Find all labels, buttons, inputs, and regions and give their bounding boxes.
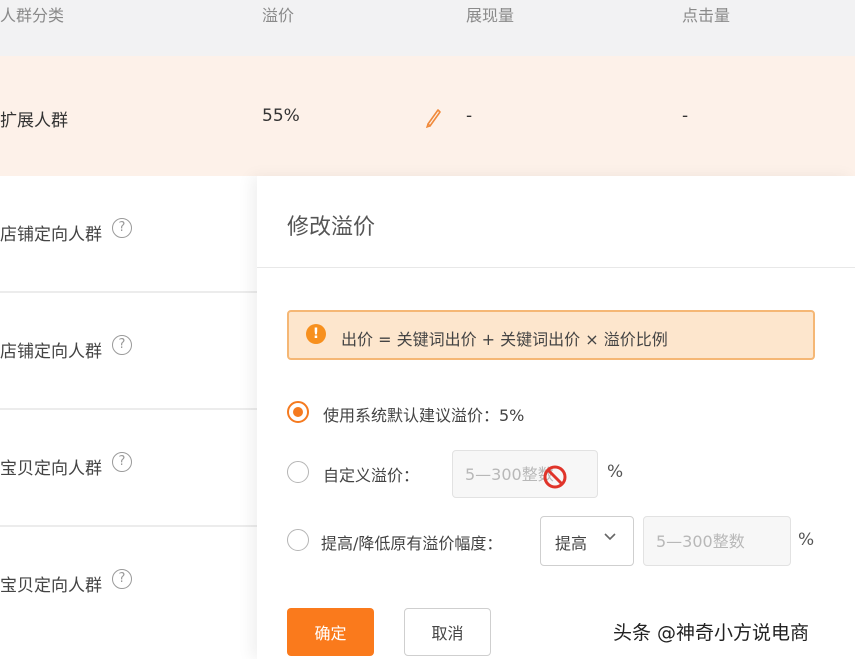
header-premium: 溢价	[262, 6, 295, 25]
modal-divider	[257, 267, 855, 268]
radio-custom-premium[interactable]	[287, 461, 309, 483]
warning-icon: !	[306, 324, 326, 344]
row-clicks-value: -	[682, 106, 689, 126]
edit-pencil-icon[interactable]	[424, 106, 442, 128]
custom-unit: %	[607, 462, 624, 482]
table-row: 宝贝定向人群 ?	[0, 410, 257, 527]
chevron-down-icon	[604, 533, 616, 541]
row-crowd-name: 宝贝定向人群	[0, 459, 102, 479]
table-header: 人群分类 溢价 展现量 点击量	[0, 0, 855, 56]
cancel-button[interactable]: 取消	[404, 608, 491, 656]
help-icon[interactable]: ?	[112, 335, 132, 355]
modal-title: 修改溢价	[287, 215, 376, 240]
header-clicks: 点击量	[682, 6, 731, 25]
help-icon[interactable]: ?	[112, 218, 132, 238]
row-crowd-name: 店铺定向人群	[0, 225, 102, 245]
row-impressions-value: -	[466, 106, 473, 126]
row-premium-value: 55%	[262, 106, 300, 126]
radio-default-premium[interactable]	[287, 401, 309, 423]
radio-adjust-premium[interactable]	[287, 529, 309, 551]
adjust-direction-select[interactable]: 提高	[540, 516, 634, 566]
watermark: 头条 @神奇小方说电商	[613, 622, 810, 644]
row-crowd-name: 宝贝定向人群	[0, 576, 102, 596]
option-custom-label: 自定义溢价：	[323, 466, 420, 485]
adjust-premium-input[interactable]	[643, 516, 791, 566]
select-value: 提高	[555, 534, 588, 553]
row-crowd-name: 店铺定向人群	[0, 342, 102, 362]
help-icon[interactable]: ?	[112, 569, 132, 589]
table-row: 店铺定向人群 ?	[0, 293, 257, 410]
modify-premium-panel: 修改溢价 ! 出价 = 关键词出价 + 关键词出价 × 溢价比例 使用系统默认建…	[257, 176, 855, 659]
option-default-label: 使用系统默认建议溢价：5%	[323, 406, 525, 425]
formula-notice: ! 出价 = 关键词出价 + 关键词出价 × 溢价比例	[287, 310, 815, 360]
header-impressions: 展现量	[466, 6, 515, 25]
custom-premium-input[interactable]	[452, 450, 598, 498]
table-row: 店铺定向人群 ?	[0, 176, 257, 293]
notice-text: 出价 = 关键词出价 + 关键词出价 × 溢价比例	[341, 330, 668, 349]
row-crowd-name: 扩展人群	[0, 111, 68, 131]
header-crowd-category: 人群分类	[0, 6, 65, 25]
table-row: 宝贝定向人群 ?	[0, 527, 257, 642]
help-icon[interactable]: ?	[112, 452, 132, 472]
not-allowed-icon	[543, 465, 567, 489]
confirm-button[interactable]: 确定	[287, 608, 374, 656]
adjust-unit: %	[798, 530, 815, 550]
option-adjust-label: 提高/降低原有溢价幅度：	[321, 534, 503, 553]
